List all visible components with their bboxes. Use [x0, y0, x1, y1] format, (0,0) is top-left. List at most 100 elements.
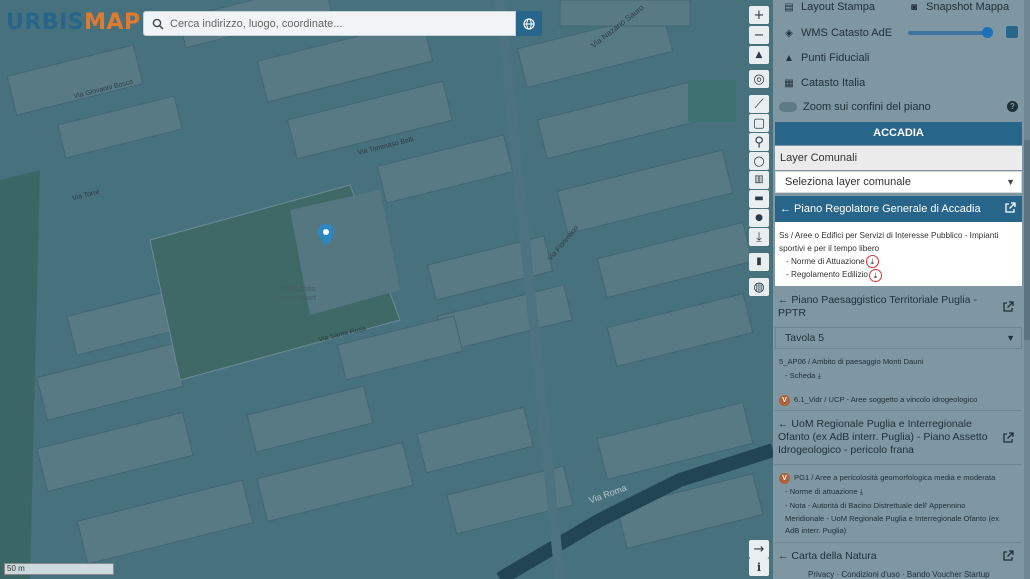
bookmark-button[interactable]: ▮	[749, 253, 769, 271]
divider	[775, 464, 1022, 465]
pptr-title-line1: ← Piano Paesaggistico Territoriale Pugli…	[778, 294, 977, 306]
layer-comunale-select[interactable]: Seleziona layer comunale ▼	[775, 171, 1022, 193]
nota-line: Meridionale - UoM Regionale Puglia e Int…	[785, 513, 1000, 523]
measure-area-button[interactable]: ▢	[749, 114, 769, 132]
snapshot-mappa-label: Snapshot Mappa	[926, 1, 1010, 13]
uom-norme-label: - Norme di attuazione	[785, 487, 858, 496]
divider	[775, 542, 1022, 543]
uom-nota-link[interactable]: - Nota - Autorità di Bacino Distrettuale…	[779, 500, 999, 538]
vincolo-row: V 6.1_Vidr / UCP - Aree soggetto a vincol…	[779, 394, 977, 407]
regolamento-edilizio-item[interactable]: - Regolamento Edilizio ⤓	[779, 268, 1018, 282]
search-icon	[152, 18, 164, 30]
wms-settings-button[interactable]	[1006, 26, 1018, 38]
compass-icon: ▲	[755, 49, 763, 60]
trash-icon: ▥	[754, 174, 764, 185]
footer-links[interactable]: Privacy · Condizioni d'uso · Bando Vouch…	[808, 570, 990, 579]
pin-button[interactable]: ●	[749, 209, 769, 227]
catasto-italia-row[interactable]: ▦ Catasto Italia	[773, 75, 1024, 91]
search-bar[interactable]	[143, 11, 516, 36]
download-icon[interactable]: ⤓	[860, 487, 863, 496]
chevron-down-icon: ▼	[1006, 177, 1015, 187]
divider	[775, 410, 1022, 411]
pptr-title-line2: PPTR	[778, 307, 807, 319]
bookmark-icon: ▮	[756, 256, 762, 267]
collapse-panel-button[interactable]: →	[749, 540, 769, 558]
zoom-confini-row[interactable]: Zoom sui confini del piano	[773, 99, 1024, 115]
locate-button[interactable]: ◎	[749, 70, 769, 88]
logo-text: URBIS	[6, 10, 85, 35]
layers-icon: ◈	[785, 27, 793, 39]
zoom-in-button[interactable]: +	[749, 6, 769, 24]
external-link-icon[interactable]	[1004, 202, 1016, 214]
zoom-out-icon: −	[753, 27, 765, 43]
norme-attuazione-label: - Norme di Attuazione	[786, 257, 865, 266]
catasto-italia-label: Catasto Italia	[801, 77, 866, 89]
vincolo-badge: V	[779, 394, 790, 406]
nota-line: - Nota - Autorità di Bacino Distrettuale…	[785, 501, 966, 510]
scale-bar: 50 m	[4, 563, 114, 575]
compass-button[interactable]: ▲	[749, 46, 769, 64]
circle-icon: ○	[753, 153, 765, 169]
printer-icon: ▤	[784, 1, 794, 13]
opacity-slider-handle[interactable]	[982, 27, 993, 38]
external-link-icon[interactable]	[1002, 550, 1014, 562]
app-logo[interactable]: URBISMAP	[6, 10, 141, 35]
wms-catasto-label: WMS Catasto AdE	[801, 27, 893, 39]
punti-fiduciali-label: Punti Fiduciali	[801, 52, 870, 64]
pg1-text: PG1 / Aree a pericolosità geomorfologica…	[794, 473, 996, 482]
zoom-out-button[interactable]: −	[749, 26, 769, 44]
external-link-icon[interactable]	[1002, 432, 1014, 444]
delete-button[interactable]: ▥	[749, 171, 769, 189]
draw-circle-button[interactable]: ○	[749, 152, 769, 170]
locate-icon: ◎	[753, 71, 765, 87]
regolamento-edilizio-label: - Regolamento Edilizio	[786, 270, 868, 280]
help-icon[interactable]: ?	[1007, 101, 1018, 112]
tavola-select[interactable]: Tavola 5 ▼	[775, 327, 1022, 349]
measure-line-button[interactable]: ⟋	[749, 95, 769, 113]
info-button[interactable]: i	[749, 558, 769, 576]
map-grid-icon: ▦	[784, 77, 794, 89]
measure-line-icon: ⟋	[754, 96, 764, 112]
download-icon[interactable]: ⤓	[865, 255, 879, 269]
triangle-icon: ▲	[784, 52, 794, 64]
uom-title-line: Idrogeologico - pericolo frana	[778, 444, 914, 456]
marker-icon: ⚲	[754, 134, 764, 150]
logo-accent-text: MAP	[84, 10, 141, 35]
zoom-confini-toggle[interactable]	[779, 102, 797, 112]
uom-header-button[interactable]: ← UoM Regionale Puglia e Interregionale …	[778, 418, 988, 457]
opacity-slider[interactable]	[908, 31, 990, 35]
external-link-icon[interactable]	[1002, 301, 1014, 313]
snapshot-mappa-button[interactable]: ◙ Snapshot Mappa	[908, 0, 1018, 14]
map-pin-icon[interactable]	[318, 224, 334, 246]
layers-globe-button[interactable]: ◍	[749, 278, 769, 296]
uom-title-line: ← UoM Regionale Puglia e Interregionale	[778, 418, 972, 430]
download-icon[interactable]: ⤓	[818, 371, 821, 380]
punti-fiduciali-row[interactable]: ▲ Punti Fiduciali	[773, 50, 1024, 66]
pg1-badge: V	[779, 472, 790, 484]
globe-icon	[523, 17, 535, 30]
scheda-link[interactable]: - Scheda ⤓	[779, 370, 821, 383]
camera-icon: ◙	[910, 1, 918, 13]
uom-norme-link[interactable]: - Norme di attuazione ⤓	[779, 486, 863, 499]
ambito-text: 5_AP06 / Ambito di paesaggio Monti Dauni	[779, 357, 924, 366]
prg-header-button[interactable]: ← Piano Regolatore Generale di Accadia	[775, 196, 1022, 222]
add-marker-button[interactable]: ⚲	[749, 133, 769, 151]
globe-search-button[interactable]	[516, 11, 542, 36]
carta-natura-button[interactable]: ← Carta della Natura	[778, 550, 877, 563]
nota-line: AdB interr. Puglia)	[785, 526, 847, 535]
download-button[interactable]: ⤓	[749, 228, 769, 246]
folder-button[interactable]: ▬	[749, 190, 769, 208]
pg1-row: V PG1 / Aree a pericolosità geomorfologic…	[779, 472, 995, 485]
prg-zone-text: Ss / Aree o Edifici per Servizi di Inter…	[779, 231, 999, 253]
download-icon[interactable]: ⤓	[868, 268, 882, 282]
pptr-header-button[interactable]: ← Piano Paesaggistico Territoriale Pugli…	[778, 294, 977, 320]
scheda-label: - Scheda	[785, 371, 816, 380]
search-input[interactable]	[170, 17, 500, 30]
zoom-in-icon: +	[753, 7, 765, 23]
panel-scrollbar[interactable]	[1024, 0, 1030, 579]
scrollbar-thumb[interactable]	[1024, 140, 1030, 340]
folder-icon: ▬	[754, 193, 764, 204]
norme-attuazione-item[interactable]: - Norme di Attuazione ⤓	[779, 255, 1018, 269]
chevron-down-icon: ▼	[1006, 333, 1015, 343]
poi-label: Palazzetto dello Sport	[280, 284, 316, 302]
